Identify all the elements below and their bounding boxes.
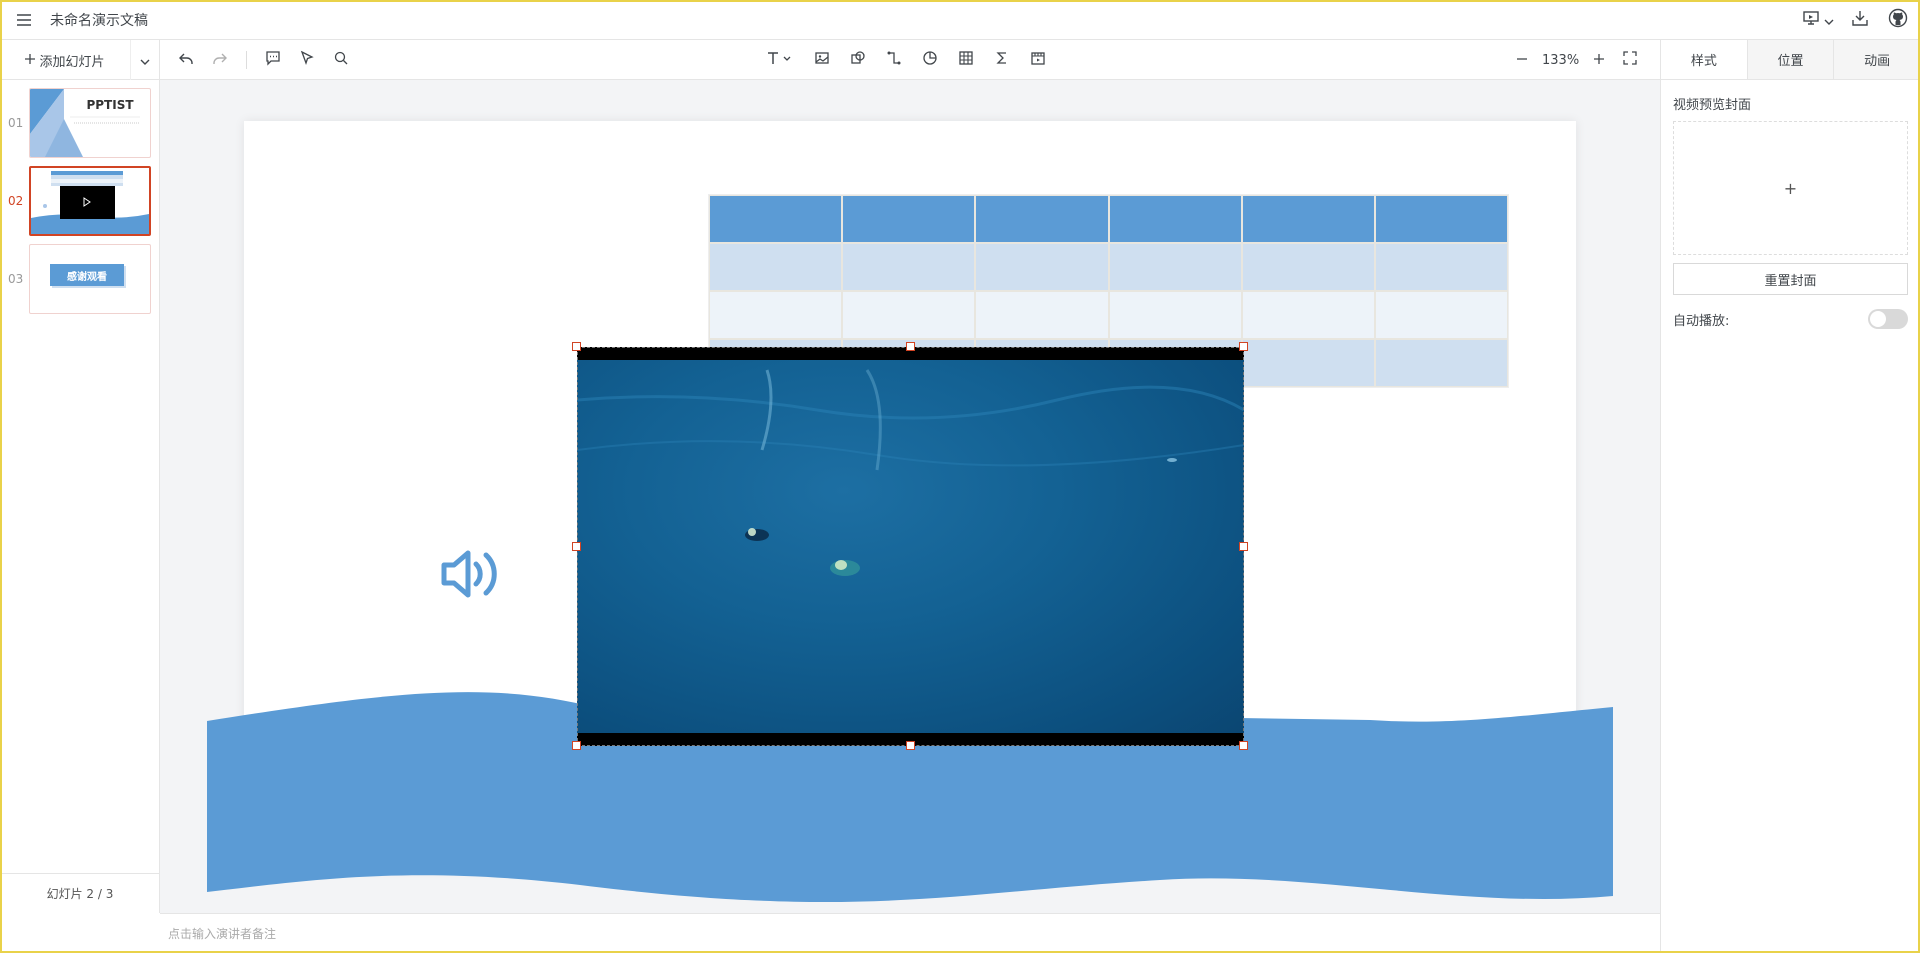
slide-pager: 幻灯片 2 / 3: [0, 873, 160, 913]
canvas-area[interactable]: [160, 80, 1660, 913]
slide-thumbnail-3[interactable]: 03 感谢观看: [0, 244, 160, 314]
resize-handle-bottom-right[interactable]: [1239, 741, 1248, 750]
slide-number: 02: [8, 194, 24, 208]
video-element[interactable]: [577, 347, 1244, 746]
document-title[interactable]: 未命名演示文稿: [50, 10, 148, 30]
video-frame: [577, 360, 1244, 733]
add-slide-group: 添加幻灯片: [0, 40, 160, 80]
cursor-icon: [299, 50, 315, 70]
redo-button[interactable]: [206, 46, 234, 74]
slide-preview: [29, 166, 151, 236]
properties-panel: 样式 位置 动画 视频预览封面 + 重置封面 自动播放:: [1660, 40, 1920, 953]
redo-icon: [212, 51, 228, 70]
search-icon: [333, 50, 349, 70]
minus-icon: [1517, 53, 1527, 68]
zoom-level[interactable]: 133%: [1542, 53, 1579, 68]
plus-icon: [25, 53, 36, 68]
resize-handle-top-right[interactable]: [1239, 342, 1248, 351]
menu-icon[interactable]: [12, 8, 36, 32]
tab-style[interactable]: 样式: [1661, 40, 1747, 79]
top-bar: 未命名演示文稿: [0, 0, 1920, 40]
image-icon: [814, 50, 830, 70]
comment-icon: [265, 50, 281, 70]
slide-thumbnail-1[interactable]: 01 PPTIST: [0, 88, 160, 158]
present-button[interactable]: [1802, 8, 1834, 32]
resize-handle-right[interactable]: [1239, 542, 1248, 551]
plus-icon: [1594, 53, 1605, 68]
thumbnail-button: 感谢观看: [50, 264, 124, 286]
undo-icon: [178, 51, 194, 70]
divider: [246, 51, 247, 69]
slide-number: 03: [8, 272, 24, 286]
tab-animation[interactable]: 动画: [1833, 40, 1920, 79]
resize-handle-bottom[interactable]: [906, 741, 915, 750]
add-slide-dropdown[interactable]: [131, 40, 159, 80]
shape-icon: [850, 50, 866, 70]
autoplay-label: 自动播放:: [1673, 313, 1730, 329]
autoplay-row: 自动播放:: [1673, 309, 1908, 329]
zoom-out-button[interactable]: [1512, 46, 1532, 74]
chevron-down-icon: [1824, 11, 1834, 30]
insert-formula-button[interactable]: [988, 46, 1016, 74]
present-icon: [1802, 10, 1820, 30]
slide-thumbnail-2[interactable]: 02: [0, 166, 160, 236]
select-button[interactable]: [293, 46, 321, 74]
undo-button[interactable]: [172, 46, 200, 74]
insert-line-button[interactable]: [880, 46, 908, 74]
insert-table-button[interactable]: [952, 46, 980, 74]
insert-text-button[interactable]: [760, 46, 800, 74]
autoplay-toggle[interactable]: [1868, 309, 1908, 329]
sigma-icon: [994, 50, 1010, 70]
speaker-notes-input[interactable]: 点击输入演讲者备注: [160, 913, 1660, 953]
table-icon: [958, 50, 974, 70]
add-slide-button[interactable]: 添加幻灯片: [0, 40, 131, 80]
comment-button[interactable]: [259, 46, 287, 74]
download-icon: [1851, 9, 1869, 31]
slide-number: 01: [8, 116, 24, 130]
tab-position[interactable]: 位置: [1746, 40, 1834, 79]
text-icon: [766, 50, 794, 70]
insert-chart-button[interactable]: [916, 46, 944, 74]
resize-handle-top[interactable]: [906, 342, 915, 351]
pie-chart-icon: [922, 50, 938, 70]
chevron-down-icon: [140, 51, 150, 70]
fit-screen-button[interactable]: [1619, 46, 1641, 74]
slide-thumbnails-panel: 01 PPTIST 02 03 感谢观看 幻灯片 2 / 3: [0, 80, 160, 913]
insert-shape-button[interactable]: [844, 46, 872, 74]
slide-preview: PPTIST: [29, 88, 151, 158]
zoom-in-button[interactable]: [1589, 46, 1609, 74]
resize-handle-left[interactable]: [572, 542, 581, 551]
cover-upload-area[interactable]: +: [1673, 121, 1908, 255]
plus-icon: +: [1783, 178, 1798, 198]
media-icon: [1030, 50, 1046, 70]
connector-icon: [886, 50, 902, 70]
toolbar: 添加幻灯片 133%: [0, 40, 1660, 80]
add-slide-label: 添加幻灯片: [39, 54, 105, 70]
github-button[interactable]: [1886, 8, 1910, 32]
slide-preview: 感谢观看: [29, 244, 151, 314]
resize-handle-bottom-left[interactable]: [572, 741, 581, 750]
insert-media-button[interactable]: [1024, 46, 1052, 74]
insert-image-button[interactable]: [808, 46, 836, 74]
fullscreen-icon: [1623, 51, 1637, 69]
panel-tabs: 样式 位置 动画: [1661, 40, 1920, 80]
download-button[interactable]: [1848, 8, 1872, 32]
resize-handle-top-left[interactable]: [572, 342, 581, 351]
reset-cover-button[interactable]: 重置封面: [1673, 263, 1908, 295]
github-icon: [1888, 8, 1908, 32]
search-button[interactable]: [327, 46, 355, 74]
thumbnail-title: PPTIST: [86, 98, 134, 112]
cover-label: 视频预览封面: [1673, 98, 1752, 113]
